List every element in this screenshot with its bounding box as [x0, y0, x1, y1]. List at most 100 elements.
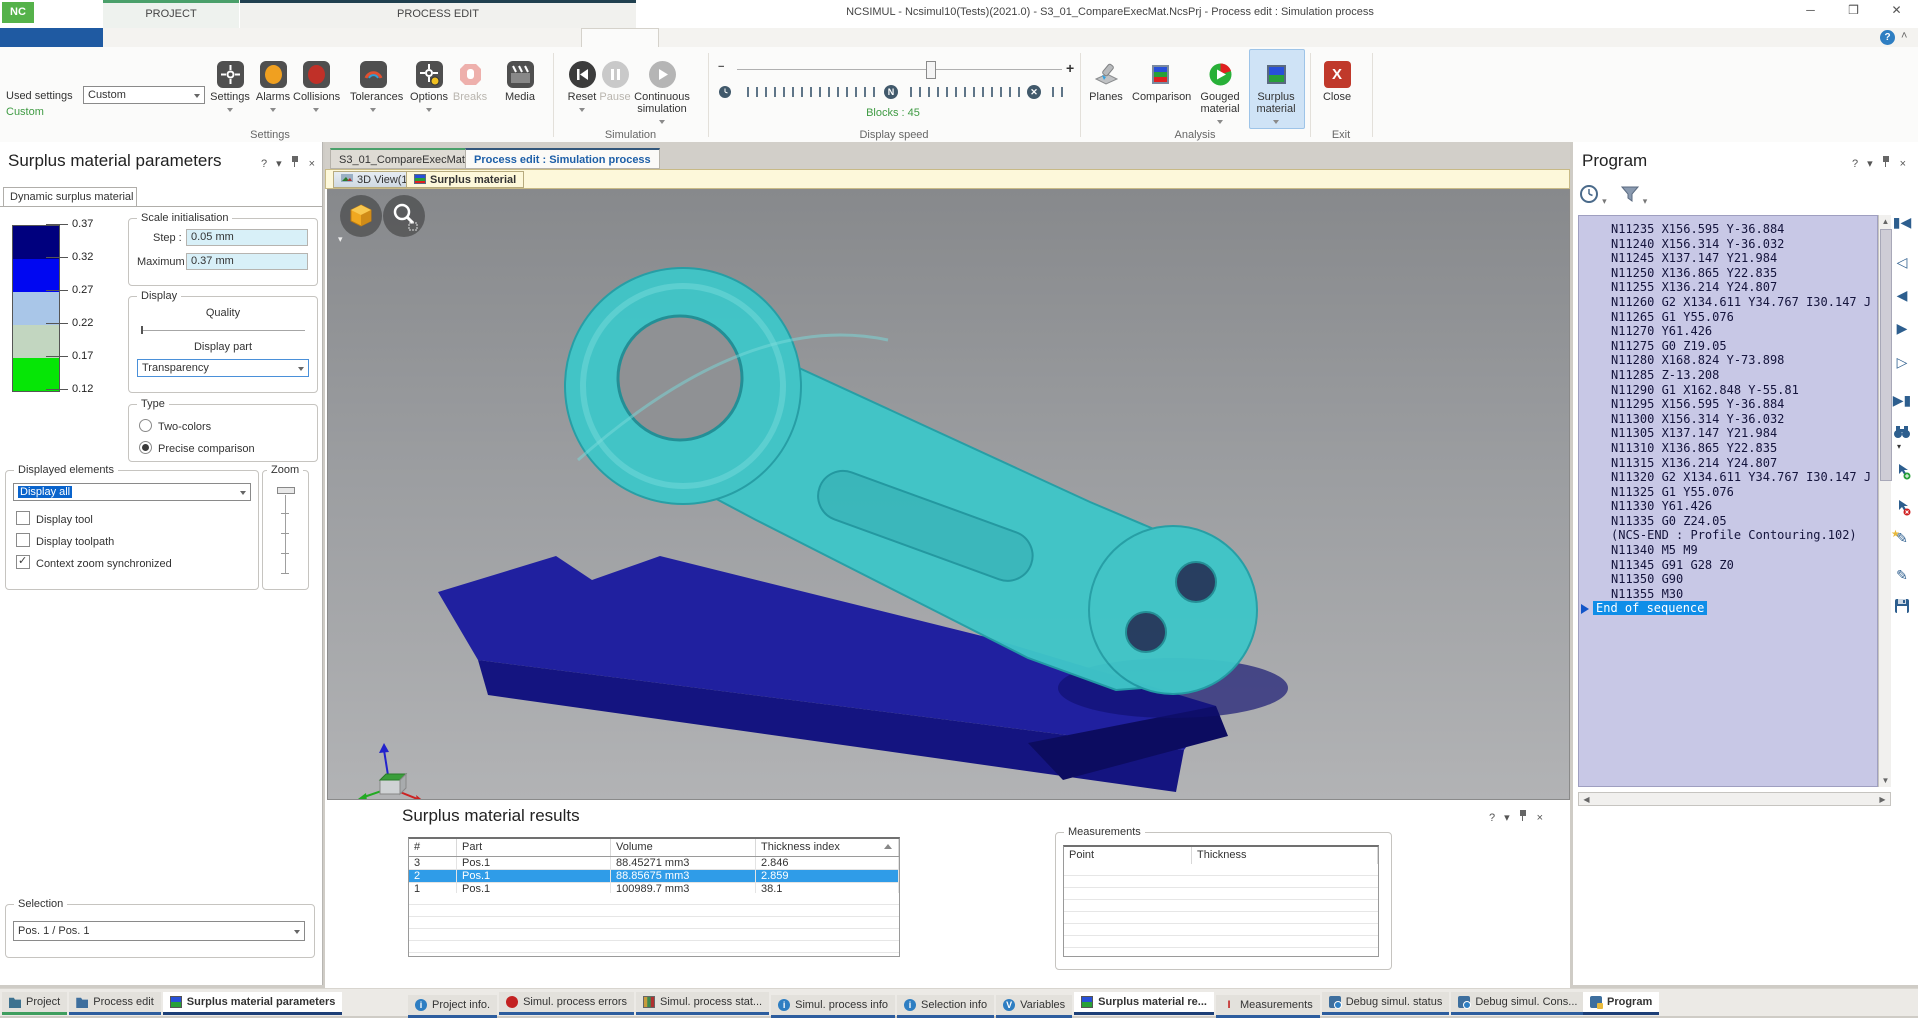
program-line[interactable]: N11320 G2 X134.611 Y34.767 I30.147 J	[1579, 470, 1877, 485]
close-icon[interactable]: ×	[1900, 158, 1906, 170]
search-binoculars-icon[interactable]: ▾	[1891, 423, 1913, 445]
close-icon[interactable]: ×	[309, 158, 315, 170]
col-thickness[interactable]: Thickness	[1192, 847, 1378, 864]
play-forward-icon[interactable]: ▶	[1891, 318, 1913, 340]
chevron-down-icon[interactable]: ▾	[1602, 196, 1607, 206]
status-tab[interactable]: Process edit	[69, 992, 161, 1015]
selection-combo[interactable]: Pos. 1 / Pos. 1	[13, 921, 305, 941]
quality-slider[interactable]	[141, 330, 305, 331]
status-tab[interactable]: Surplus material re...	[1074, 992, 1214, 1015]
clock-icon[interactable]	[718, 85, 732, 99]
col-volume[interactable]: Volume	[611, 839, 756, 856]
step-forward-tagged-icon[interactable]: ▷	[1891, 352, 1913, 374]
program-line[interactable]: N11340 M5 M9	[1579, 543, 1877, 558]
status-tab[interactable]: Debug simul. status	[1322, 992, 1450, 1015]
close-window-button[interactable]: ✕	[1875, 0, 1918, 22]
program-line[interactable]: N11310 X136.865 Y22.835	[1579, 441, 1877, 456]
close-icon[interactable]: ×	[1537, 812, 1543, 824]
results-table-header[interactable]: # Part Volume Thickness index	[409, 839, 899, 857]
status-tab[interactable]: Simul. process errors	[499, 992, 634, 1015]
collisions-button[interactable]: Collisions	[293, 61, 339, 115]
filter-icon[interactable]	[1620, 186, 1640, 204]
status-tab[interactable]: Simul. process stat...	[636, 992, 769, 1015]
program-line[interactable]: N11270 Y61.426	[1579, 324, 1877, 339]
edit-icon[interactable]: ✎	[1891, 565, 1913, 587]
tab-surplus-material-view[interactable]: Surplus material	[406, 171, 524, 188]
scroll-left-icon[interactable]: ◀	[1580, 794, 1593, 805]
program-line[interactable]: N11325 G1 Y55.076	[1579, 485, 1877, 500]
program-hscrollbar[interactable]: ◀ ▶	[1578, 792, 1891, 806]
program-line[interactable]: N11235 X156.595 Y-36.884	[1579, 222, 1877, 237]
program-line[interactable]: (NCS-END : Profile Contouring.102)	[1579, 528, 1877, 543]
comparison-button[interactable]: Comparison	[1132, 61, 1188, 103]
minimize-button[interactable]: ─	[1789, 0, 1832, 22]
program-line[interactable]: N11240 X156.314 Y-36.032	[1579, 237, 1877, 252]
program-line[interactable]: N11245 X137.147 Y21.984	[1579, 251, 1877, 266]
program-line[interactable]: N11285 Z-13.208	[1579, 368, 1877, 383]
help-icon[interactable]: ?	[1880, 30, 1895, 45]
viewport-3d[interactable]: ▾	[327, 189, 1570, 800]
tab-process-edit[interactable]: Process edit : Simulation process	[465, 148, 660, 169]
tab-dynamic-surplus-material[interactable]: Dynamic surplus material	[3, 187, 137, 207]
continuous-simulation-button[interactable]: Continuous simulation	[630, 61, 694, 127]
context-tab-process-edit[interactable]: PROCESS EDIT	[240, 0, 636, 28]
status-tab-program[interactable]: Program	[1583, 992, 1659, 1015]
display-checkbox[interactable]: Display tool	[16, 511, 93, 526]
chevron-down-icon[interactable]: ▾	[1643, 196, 1648, 206]
go-last-block-icon[interactable]: ▶▮	[1891, 390, 1913, 412]
results-table[interactable]: # Part Volume Thickness index 3 Pos.1 88…	[408, 837, 900, 957]
gouged-material-button[interactable]: Gouged material	[1194, 61, 1246, 127]
program-line[interactable]: N11260 G2 X134.611 Y34.767 I30.147 J	[1579, 295, 1877, 310]
program-line[interactable]: N11300 X156.314 Y-36.032	[1579, 412, 1877, 427]
display-checkbox[interactable]: Context zoom synchronized	[16, 555, 172, 570]
speed-minus[interactable]: −	[718, 61, 724, 73]
edit-favorite-icon[interactable]: ★✎	[1891, 528, 1913, 550]
tolerances-button[interactable]: Tolerances	[350, 61, 396, 115]
program-line[interactable]: N11255 X136.214 Y24.807	[1579, 280, 1877, 295]
chevron-down-icon[interactable]: ▾	[276, 158, 282, 170]
speed-plus[interactable]: +	[1066, 60, 1074, 76]
play-backward-icon[interactable]: ◀	[1891, 285, 1913, 307]
program-line[interactable]: N11290 G1 X162.848 Y-55.81	[1579, 383, 1877, 398]
add-selection-icon[interactable]	[1891, 462, 1913, 484]
maximize-button[interactable]: ❒	[1832, 0, 1875, 22]
program-line[interactable]: N11345 G91 G28 Z0	[1579, 558, 1877, 573]
program-line[interactable]: N11275 G0 Z19.05	[1579, 339, 1877, 354]
speed-ticks[interactable]	[903, 87, 1023, 97]
status-tab[interactable]: Project	[2, 992, 67, 1015]
ribbon-tab[interactable]	[496, 28, 581, 47]
step-back-tagged-icon[interactable]: ◁	[1891, 252, 1913, 274]
surplus-material-button[interactable]: Surplus material	[1253, 61, 1299, 127]
program-line[interactable]: N11335 G0 Z24.05	[1579, 514, 1877, 529]
displayed-elements-combo[interactable]: Display all	[13, 483, 251, 501]
pin-icon[interactable]	[1882, 156, 1891, 167]
collapse-ribbon-icon[interactable]: ˄	[1901, 30, 1907, 42]
speed-ticks[interactable]	[740, 87, 880, 97]
pin-icon[interactable]	[1519, 810, 1528, 821]
col-num[interactable]: #	[409, 839, 457, 856]
media-button[interactable]: Media	[497, 61, 543, 103]
maximum-input[interactable]: 0.37 mm	[186, 253, 308, 270]
remove-selection-icon[interactable]	[1891, 498, 1913, 520]
results-row[interactable]: 3 Pos.1 88.45271 mm3 2.846	[409, 857, 899, 870]
close-simulation-button[interactable]: X Close	[1314, 61, 1360, 103]
pin-icon[interactable]	[291, 156, 300, 167]
status-tab[interactable]: Surplus material parameters	[163, 992, 343, 1015]
col-point[interactable]: Point	[1064, 847, 1192, 864]
zoom-tool-button[interactable]	[383, 195, 425, 237]
isometric-view-button[interactable]: ▾	[340, 195, 382, 237]
x-stop-badge[interactable]: ✕	[1027, 85, 1041, 99]
ribbon-tab[interactable]	[240, 28, 362, 47]
type-radio[interactable]: Precise comparison	[139, 441, 255, 455]
help-icon[interactable]: ?	[261, 158, 267, 170]
settings-button[interactable]: Settings	[207, 61, 253, 115]
clock-icon[interactable]	[1579, 184, 1599, 204]
scroll-down-icon[interactable]: ▼	[1879, 775, 1892, 786]
context-tab-project[interactable]: PROJECT	[103, 0, 239, 28]
program-line[interactable]: N11305 X137.147 Y21.984	[1579, 426, 1877, 441]
step-input[interactable]: 0.05 mm	[186, 229, 308, 246]
zoom-slider[interactable]	[274, 475, 296, 585]
save-icon[interactable]	[1891, 598, 1913, 620]
ribbon-tab[interactable]	[165, 28, 240, 47]
measurements-table[interactable]: Point Thickness	[1063, 845, 1379, 957]
